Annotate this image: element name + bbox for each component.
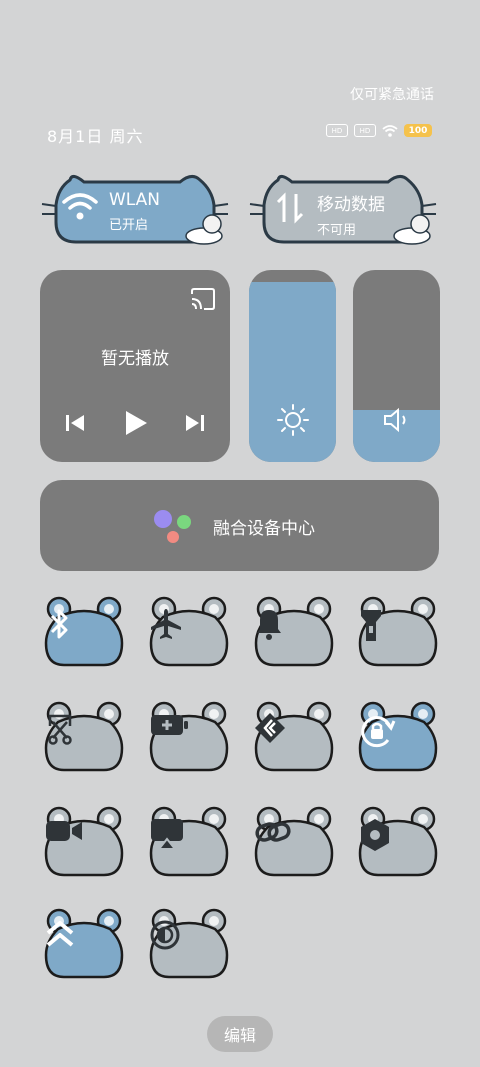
toggle-flashlight[interactable] (358, 595, 438, 671)
edit-button[interactable]: 编辑 (207, 1016, 273, 1052)
flashlight-icon (358, 607, 438, 667)
volume-icon (384, 407, 406, 433)
bluetooth-icon (44, 607, 124, 667)
mobile-data-subtitle: 不可用 (317, 223, 357, 238)
nfc-icon (254, 712, 334, 772)
fusion-device-icon (154, 510, 191, 543)
hd-badge: HD (326, 124, 348, 137)
mobile-data-title: 移动数据 (317, 195, 385, 215)
fusion-device-center-label: 融合设备中心 (213, 519, 315, 539)
settings-icon (358, 817, 438, 877)
toggle-rotation-lock[interactable] (358, 700, 438, 776)
brightness-icon (277, 404, 309, 436)
bell-icon (254, 607, 334, 667)
toggle-screenshot[interactable] (44, 700, 124, 776)
toggle-link[interactable] (254, 805, 334, 881)
brightness-slider[interactable] (249, 270, 336, 462)
fusion-device-center[interactable]: 融合设备中心 (40, 480, 439, 571)
wifi-icon (382, 124, 398, 137)
toggle-nfc[interactable] (254, 700, 334, 776)
screen-record-icon (44, 817, 124, 877)
wlan-text: WLAN 已开启 (109, 190, 160, 233)
next-track-icon[interactable] (184, 412, 206, 434)
battery-indicator: 100 (404, 124, 432, 137)
toggle-bell[interactable] (254, 595, 334, 671)
status-indicators: HD HD 100 (326, 124, 432, 137)
no-media-playing-label: 暂无播放 (101, 349, 169, 369)
mobile-data-text: 移动数据 不可用 (317, 190, 385, 238)
cast-icon[interactable] (190, 288, 216, 310)
volume-slider[interactable] (353, 270, 440, 462)
wlan-tile[interactable]: WLAN 已开启 (40, 170, 230, 248)
toggle-dark-mode[interactable] (149, 907, 229, 983)
screenshot-icon (44, 712, 124, 772)
media-player-card[interactable]: 暂无播放 (40, 270, 230, 462)
wlan-subtitle: 已开启 (109, 218, 149, 233)
date-text: 8月1日 周六 (47, 127, 144, 146)
mobile-data-tile[interactable]: 移动数据 不可用 (248, 170, 438, 248)
battery-saver-icon (149, 712, 229, 772)
play-icon[interactable] (123, 409, 149, 437)
screen-cast-icon (149, 817, 229, 877)
rotation-lock-icon (358, 712, 438, 772)
previous-track-icon[interactable] (64, 412, 86, 434)
toggle-battery-saver[interactable] (149, 700, 229, 776)
dark-mode-icon (149, 919, 229, 979)
speed-boost-icon (44, 919, 124, 979)
toggle-airplane[interactable] (149, 595, 229, 671)
signal-icon: HD (354, 124, 376, 137)
wlan-title: WLAN (109, 190, 161, 210)
toggle-screen-record[interactable] (44, 805, 124, 881)
mobile-data-icon (276, 192, 304, 224)
toggle-settings[interactable] (358, 805, 438, 881)
link-icon (254, 817, 334, 877)
emergency-calls-only-text: 仅可紧急通话 (350, 87, 434, 103)
toggle-screen-cast[interactable] (149, 805, 229, 881)
wifi-icon (62, 193, 98, 220)
toggle-bluetooth[interactable] (44, 595, 124, 671)
airplane-icon (149, 607, 229, 667)
toggle-speed-boost[interactable] (44, 907, 124, 983)
